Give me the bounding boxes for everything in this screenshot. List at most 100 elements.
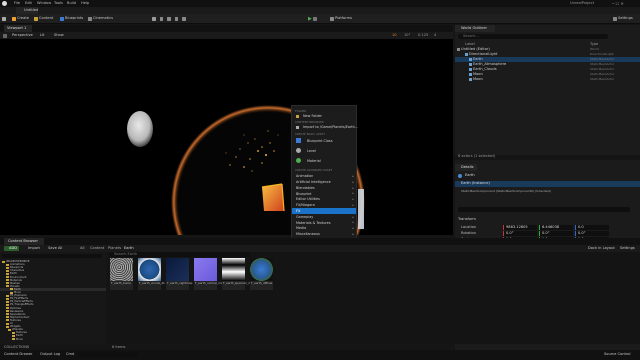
menu-advanced-item-label: Editor Utilities	[296, 197, 320, 202]
content-button[interactable]: Content	[34, 16, 53, 22]
outliner-row-type: StaticMeshActor	[590, 66, 615, 71]
unreal-logo-icon[interactable]	[2, 1, 7, 6]
outliner-row[interactable]: Moon StaticMeshActor	[455, 77, 640, 82]
outliner-row-label: Moon	[473, 76, 483, 81]
outliner-row[interactable]: Earth_Clouds StaticMeshActor	[455, 67, 640, 72]
content-drawer-button[interactable]: Content Drawer	[4, 352, 33, 357]
transform-section-header[interactable]: Transform	[458, 217, 476, 222]
perspective-button[interactable]: Perspective	[12, 33, 33, 38]
menu-new-folder[interactable]: New Folder	[303, 114, 322, 118]
folder-item[interactable]: Moon	[0, 337, 106, 341]
texture-thumbnail	[166, 258, 189, 281]
asset-tile[interactable]: T_earth_bump	[110, 258, 133, 290]
save-all-button[interactable]: Save All	[48, 246, 62, 251]
outliner-row[interactable]: Earth_Atmosphere StaticMeshActor	[455, 62, 640, 67]
asset-thumbnails: T_earth_bump T_earth_clouds_4k T_earth_n…	[108, 252, 640, 312]
breadcrumb-content[interactable]: Content	[90, 246, 104, 251]
actor-icon	[458, 174, 462, 178]
breadcrumb-planets[interactable]: Planets	[108, 246, 121, 251]
move-icon[interactable]	[159, 17, 163, 21]
blueprints-button[interactable]: Blueprints	[60, 16, 83, 22]
level-viewport[interactable]	[0, 39, 453, 235]
outliner-row[interactable]: Untitled (Editor) World	[455, 47, 640, 52]
level-tab[interactable]: Untitled	[24, 8, 38, 13]
menu-edit[interactable]: Edit	[25, 1, 32, 6]
camera-speed-value[interactable]: 4	[434, 33, 436, 38]
menu-file[interactable]: File	[14, 1, 20, 6]
menu-level[interactable]: Level	[307, 149, 316, 153]
settings-button[interactable]: Settings	[613, 16, 633, 22]
menu-blueprint-class[interactable]: Blueprint Class	[307, 139, 332, 143]
asset-tile[interactable]: T_earth_clouds_4k	[138, 258, 165, 290]
menu-window[interactable]: Window	[37, 1, 51, 6]
outliner-search-input[interactable]	[458, 34, 608, 39]
outliner-col-type[interactable]: Type	[590, 42, 598, 47]
outliner-row[interactable]: Moon StaticMeshActor	[455, 72, 640, 77]
menu-material[interactable]: Material	[307, 159, 321, 163]
folder-search-input[interactable]	[2, 254, 102, 258]
outliner-col-label[interactable]: Label	[465, 42, 475, 47]
menu-advanced-item-label: Animation	[296, 174, 314, 179]
actor-name[interactable]: Earth	[465, 174, 475, 178]
actor-type-icon	[469, 63, 472, 66]
menu-import[interactable]: Import to /Game/Planets/Earth...	[303, 125, 358, 129]
menu-tools[interactable]: Tools	[54, 1, 63, 6]
texture-thumbnail	[194, 258, 217, 281]
asset-tile[interactable]: T_earth_nightmap	[166, 258, 192, 290]
cursor-icon	[2, 17, 6, 21]
transform-x-value: 0.0°	[506, 231, 514, 235]
cmd-button[interactable]: Cmd	[66, 352, 74, 357]
section-advanced-asset: CREATE ADVANCED ASSET	[295, 168, 333, 172]
output-log-button[interactable]: Output Log	[40, 352, 60, 357]
outliner-count: 6 actors (1 selected)	[458, 154, 496, 158]
outliner-row[interactable]: Earth StaticMeshActor	[455, 57, 640, 62]
window-controls[interactable]: ─ ☐ ✕	[612, 1, 638, 6]
menu-help[interactable]: Help	[81, 1, 89, 6]
folder-label: Moon	[16, 337, 24, 341]
grid-snap-value[interactable]: 10	[392, 33, 397, 38]
content-browser-tab-bar: Content Browser	[0, 238, 640, 245]
actor-type-icon	[469, 68, 472, 71]
dock-in-layout-button[interactable]: Dock in Layout	[588, 246, 615, 251]
selected-earth-wedge[interactable]	[261, 183, 285, 212]
rotate-icon[interactable]	[167, 17, 171, 21]
grid-snap-icon[interactable]	[152, 17, 156, 21]
lit-button[interactable]: Lit	[40, 33, 44, 38]
chevron-right-icon: ▸	[352, 185, 354, 190]
play-button[interactable]: ▶	[308, 16, 317, 22]
angle-snap-value[interactable]: 10°	[404, 33, 410, 38]
asset-tile[interactable]: T_earth_normal_map	[194, 258, 224, 290]
folder-icon	[12, 338, 15, 340]
select-mode-button[interactable]	[2, 16, 6, 22]
cb-settings-button[interactable]: Settings	[620, 246, 635, 251]
show-button[interactable]: Show	[54, 33, 64, 38]
menu-build[interactable]: Build	[67, 1, 76, 6]
import-button[interactable]: Import	[28, 246, 40, 251]
play-options-icon[interactable]	[313, 17, 317, 21]
mesh-component-label[interactable]: StaticMeshComponent (StaticMeshComponent…	[461, 189, 551, 193]
asset-tile[interactable]: T_earth_diffuse	[250, 258, 273, 290]
camera-icon[interactable]	[182, 17, 186, 21]
cinematics-button[interactable]: Cinematics	[88, 16, 113, 22]
outliner-row[interactable]: DirectionalLight DirectionalLight	[455, 52, 640, 57]
transform-x-value: 9863.12805	[506, 225, 528, 229]
scale-snap-value[interactable]: 0.125	[418, 33, 428, 38]
breadcrumb-earth[interactable]: Earth	[124, 246, 134, 251]
outliner-row-type: StaticMeshActor	[590, 61, 615, 66]
hamburger-icon[interactable]	[3, 33, 7, 38]
scale-icon[interactable]	[174, 17, 178, 21]
transform-tools[interactable]	[152, 16, 186, 22]
moon-sphere[interactable]	[127, 111, 153, 147]
create-button[interactable]: Create	[12, 16, 29, 22]
asset-tile[interactable]: T_earth_specular_map	[222, 258, 254, 290]
source-control-button[interactable]: Source Control	[604, 352, 630, 357]
menu-bar: File Edit Window Tools Build Help Unreal…	[0, 0, 640, 7]
details-search-input[interactable]	[458, 207, 630, 212]
document-tab-bar: Untitled	[0, 7, 640, 14]
transform-row: Location 9863.12805 6.446038 0.0	[455, 225, 640, 230]
actor-type-icon	[469, 73, 472, 76]
component-label: Earth (Instance)	[461, 181, 490, 186]
platforms-button[interactable]: Platforms	[330, 16, 352, 22]
breadcrumb-all[interactable]: All	[80, 246, 84, 251]
console-input[interactable]	[78, 352, 138, 357]
